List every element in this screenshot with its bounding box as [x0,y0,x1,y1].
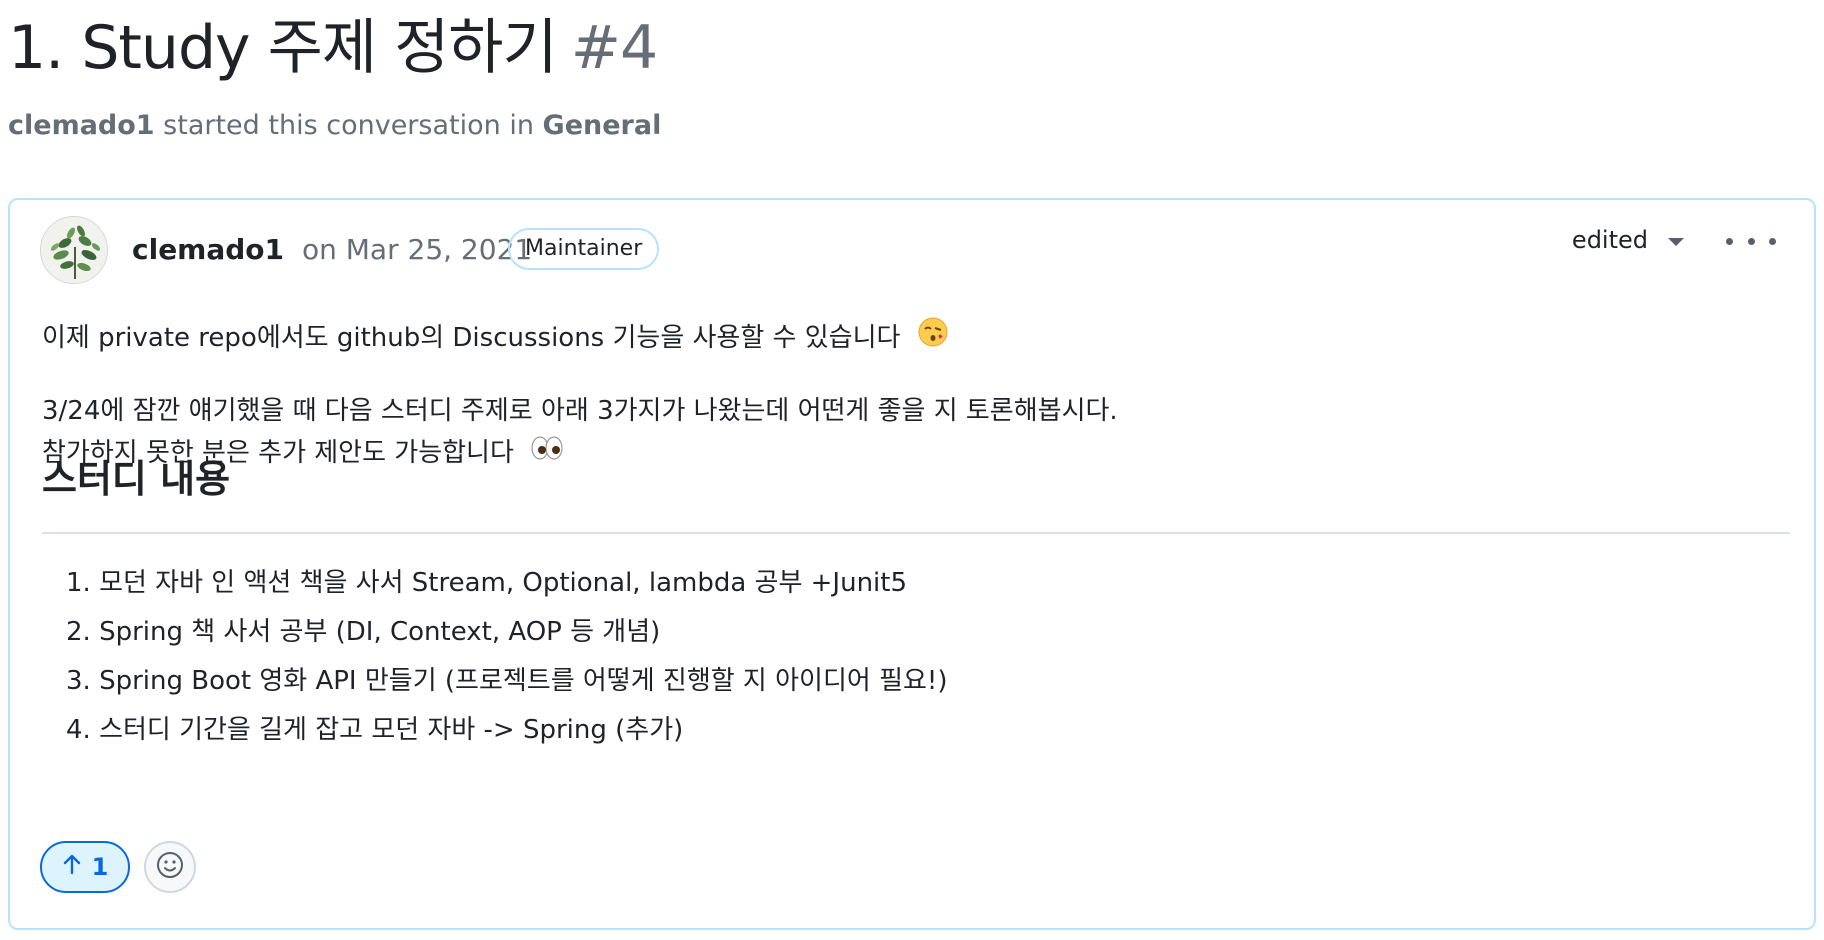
page-title: 1. Study 주제 정하기 #4 [8,8,658,88]
more-options-button[interactable] [1726,226,1776,256]
upvote-button[interactable]: 1 [40,841,130,893]
subtitle-text: started this conversation in [154,110,543,141]
kebab-dot [1747,237,1755,245]
reaction-bar: 1 [40,840,196,894]
caret-down-icon [1668,237,1684,246]
post-date[interactable]: on Mar 25, 2021 [302,233,532,266]
eyes-emoji-icon [530,433,564,475]
edited-history-dropdown[interactable]: edited [1572,226,1684,254]
section-heading: 스터디 내용 [42,457,231,501]
post-paragraph: 이제 private repo에서도 github의 Discussions 기… [42,316,949,361]
kebab-dot [1769,237,1776,245]
study-topic-list: 1. 모던 자바 인 액션 책을 사서 Stream, Optional, la… [66,562,947,758]
subtitle-author-link[interactable]: clemado1 [8,110,155,141]
heading-divider [42,532,1790,534]
avatar[interactable] [40,216,108,284]
paragraph-text: 이제 private repo에서도 github의 Discussions 기… [42,323,901,353]
discussion-meta: clemado1 started this conversation in Ge… [8,110,661,141]
kebab-dot [1726,237,1733,245]
post-header: clemado1 on Mar 25, 2021 Maintainer edit… [40,216,1784,288]
arrow-up-icon [62,853,82,881]
category-link[interactable]: General [543,110,662,141]
kissing-face-emoji-icon [917,316,949,361]
discussion-page: 1. Study 주제 정하기 #4 clemado1 started this … [0,0,1824,940]
smiley-icon [155,850,185,884]
post-author-link[interactable]: clemado1 [132,233,284,266]
upvote-count: 1 [91,853,109,881]
discussion-post: clemado1 on Mar 25, 2021 Maintainer edit… [8,198,1816,930]
list-item: 4. 스터디 기간을 길게 잡고 모던 자바 -> Spring (추가) [66,715,684,745]
post-paragraph-line: 3/24에 잠깐 얘기했을 때 다음 스터디 주제로 아래 3가지가 나왔는데 … [42,396,1118,426]
list-item: 1. 모던 자바 인 액션 책을 사서 Stream, Optional, la… [66,568,908,598]
list-item: 3. Spring Boot 영화 API 만들기 (프로젝트를 어떻게 진행할… [66,666,948,696]
title-text: 1. Study 주제 정하기 [8,13,558,83]
maintainer-badge: Maintainer [508,228,660,270]
list-item: 2. Spring 책 사서 공부 (DI, Context, AOP 등 개념… [66,617,661,647]
edited-label: edited [1571,226,1648,254]
discussion-number: #4 [570,13,658,83]
add-reaction-button[interactable] [144,841,196,893]
